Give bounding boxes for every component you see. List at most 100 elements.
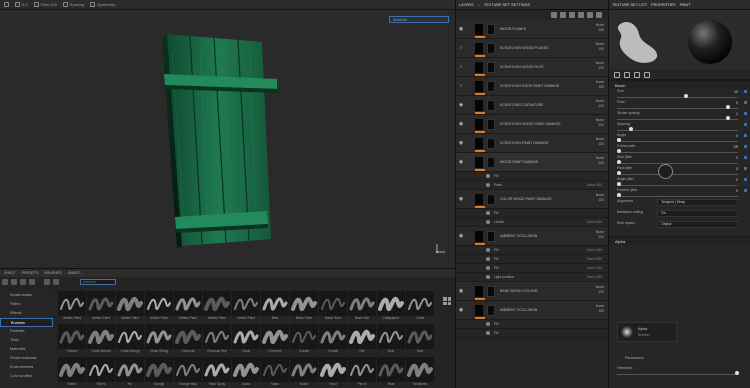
add-fill-icon[interactable] bbox=[560, 12, 566, 18]
toolbar-item[interactable] bbox=[4, 2, 9, 7]
eye-icon[interactable]: ◉ bbox=[456, 196, 466, 202]
sub-layer-row[interactable]: Fill Norm 100 bbox=[456, 246, 608, 255]
property-slider[interactable] bbox=[617, 116, 738, 120]
shelf-thumb[interactable]: Chalk Spread bbox=[87, 324, 115, 356]
shelf-category[interactable]: Materials bbox=[0, 345, 53, 354]
shelf-thumb[interactable]: Moss bbox=[261, 357, 289, 388]
eye-icon[interactable]: ○ bbox=[456, 64, 466, 70]
lock-icon[interactable] bbox=[744, 112, 747, 115]
shelf-thumb[interactable]: Dust bbox=[406, 324, 434, 356]
layer-row[interactable]: ◉ Ambient occlusion Norm 100 bbox=[456, 301, 608, 320]
folder-icon[interactable] bbox=[587, 12, 593, 18]
layer-row[interactable]: ◉ Wood paint damage Norm 100 bbox=[456, 153, 608, 172]
shelf-thumb[interactable]: Chalk Strong bbox=[145, 324, 173, 356]
lock-icon[interactable] bbox=[744, 145, 747, 148]
sub-layer-row[interactable]: Fill bbox=[456, 329, 608, 338]
shelf-thumb[interactable]: Artistic Paint bbox=[87, 291, 115, 323]
lock-icon[interactable] bbox=[744, 101, 747, 104]
property-slider[interactable] bbox=[617, 182, 738, 186]
shelf-tab[interactable]: Smart... bbox=[68, 271, 83, 275]
shelf-category[interactable]: Color profiles bbox=[0, 372, 53, 381]
shelf-thumb[interactable]: Artistic Paint bbox=[203, 291, 231, 323]
shelf-category[interactable]: Environments bbox=[0, 363, 53, 372]
eye-icon[interactable]: ◉ bbox=[456, 102, 466, 108]
lock-icon[interactable] bbox=[744, 123, 747, 126]
shelf-thumb[interactable]: Dots bbox=[377, 324, 405, 356]
shelf-thumb[interactable]: Grunge bbox=[145, 357, 173, 388]
sub-layer-row[interactable]: Fill bbox=[456, 320, 608, 329]
shelf-thumb[interactable]: Artistic Paint bbox=[145, 291, 173, 323]
material-icon[interactable] bbox=[624, 71, 630, 78]
shelf-tab[interactable]: Presets bbox=[22, 271, 39, 275]
tab-texture-set-list[interactable]: Texture Set List bbox=[612, 3, 647, 7]
layer-row[interactable]: ◉ Scratches paint damage Norm 100 bbox=[456, 134, 608, 153]
property-slider[interactable] bbox=[617, 94, 738, 98]
layer-row[interactable]: ○ Scratches edge paint damage Norm 100 bbox=[456, 77, 608, 96]
tab-properties[interactable]: Properties bbox=[651, 3, 675, 7]
sub-layer-row[interactable]: Paint Norm 100 bbox=[456, 181, 608, 190]
alignment-select[interactable]: Tangent | Wrap bbox=[657, 199, 738, 206]
shelf-category[interactable]: Tools bbox=[0, 336, 53, 345]
shelf-thumb[interactable]: Calligraphic bbox=[377, 291, 405, 323]
layer-blend[interactable]: Norm 100 bbox=[596, 137, 604, 147]
tab-paint[interactable]: Paint bbox=[680, 3, 691, 7]
shelf-thumb[interactable]: Paint bbox=[319, 357, 347, 388]
lock-icon[interactable] bbox=[744, 189, 747, 192]
shelf-category[interactable]: Smart materials bbox=[0, 354, 53, 363]
shelf-thumb[interactable]: Artistic Paint bbox=[174, 291, 202, 323]
shelf-thumb[interactable]: Chalk Bumpy bbox=[116, 324, 144, 356]
shelf-thumb[interactable]: Leaks bbox=[232, 357, 260, 388]
size-space-select[interactable]: Object bbox=[657, 221, 738, 228]
slider-knob[interactable] bbox=[629, 127, 634, 131]
lock-icon[interactable] bbox=[744, 167, 747, 170]
shelf-thumb[interactable]: Concrete bbox=[261, 324, 289, 356]
shelf-thumb[interactable]: Hard Spray bbox=[203, 357, 231, 388]
3d-viewport[interactable]: Material bbox=[0, 10, 455, 268]
slider-knob[interactable] bbox=[617, 193, 621, 197]
axis-gizmo-icon[interactable] bbox=[435, 242, 447, 254]
shelf-thumb[interactable]: Chalk bbox=[406, 291, 434, 323]
close-icon[interactable]: × bbox=[478, 3, 480, 7]
layer-blend[interactable]: Norm 100 bbox=[596, 156, 604, 166]
layer-row[interactable]: ○ Scratches wood planks Norm 100 bbox=[456, 39, 608, 58]
list-view-icon[interactable] bbox=[20, 279, 26, 285]
hardness-slider[interactable] bbox=[617, 371, 740, 375]
eye-icon[interactable]: ◉ bbox=[456, 159, 466, 165]
shelf-thumb[interactable]: Scratches bbox=[406, 357, 434, 388]
eye-icon[interactable]: ◉ bbox=[456, 140, 466, 146]
shelf-thumb[interactable]: Cracks bbox=[290, 324, 318, 356]
tab-texture-set-settings[interactable]: Texture Set Settings bbox=[484, 3, 530, 7]
shelf-thumb[interactable]: Dirt bbox=[348, 324, 376, 356]
layer-blend[interactable]: Norm 100 bbox=[596, 230, 604, 240]
shelf-thumb[interactable]: Noise bbox=[290, 357, 318, 388]
add-layer-icon[interactable] bbox=[551, 12, 557, 18]
shelf-category[interactable]: Effects bbox=[0, 309, 53, 318]
backface-select[interactable]: On bbox=[657, 210, 738, 217]
property-slider[interactable] bbox=[617, 138, 738, 142]
shelf-thumb[interactable]: Rust bbox=[377, 357, 405, 388]
shelf-thumb[interactable]: Fabric bbox=[58, 357, 86, 388]
shelf-thumb[interactable]: Basic Hard bbox=[319, 291, 347, 323]
shelf-thumb[interactable]: Artistic Paint bbox=[116, 291, 144, 323]
shelf-category[interactable]: Smart masks bbox=[0, 291, 53, 300]
sub-layer-row[interactable]: Fill bbox=[456, 172, 608, 181]
viewport-mode-select[interactable]: Material bbox=[389, 16, 449, 23]
delete-icon[interactable] bbox=[596, 12, 602, 18]
layer-blend[interactable]: Norm 100 bbox=[596, 118, 604, 128]
section-alpha[interactable]: Alpha bbox=[609, 236, 750, 245]
angle-dial[interactable] bbox=[658, 164, 673, 179]
shelf-thumb[interactable]: Artistic Paint bbox=[58, 291, 86, 323]
filter-icon[interactable] bbox=[44, 279, 50, 285]
lock-icon[interactable] bbox=[744, 90, 747, 93]
shelf-thumb[interactable]: Bark bbox=[261, 291, 289, 323]
layer-row[interactable]: ◉ Scratches wood paint damage Norm 100 bbox=[456, 115, 608, 134]
import-icon[interactable] bbox=[11, 279, 17, 285]
sub-layer-row[interactable]: Fill bbox=[456, 209, 608, 218]
clear-filter-icon[interactable] bbox=[53, 279, 59, 285]
layer-blend[interactable]: Norm 100 bbox=[596, 80, 604, 90]
layer-row[interactable]: ◉ Ambient occlusion Norm 100 bbox=[456, 227, 608, 246]
property-slider[interactable] bbox=[617, 193, 738, 197]
property-slider[interactable] bbox=[617, 149, 738, 153]
slider-knob[interactable] bbox=[725, 116, 730, 120]
slider-knob[interactable] bbox=[617, 138, 621, 142]
